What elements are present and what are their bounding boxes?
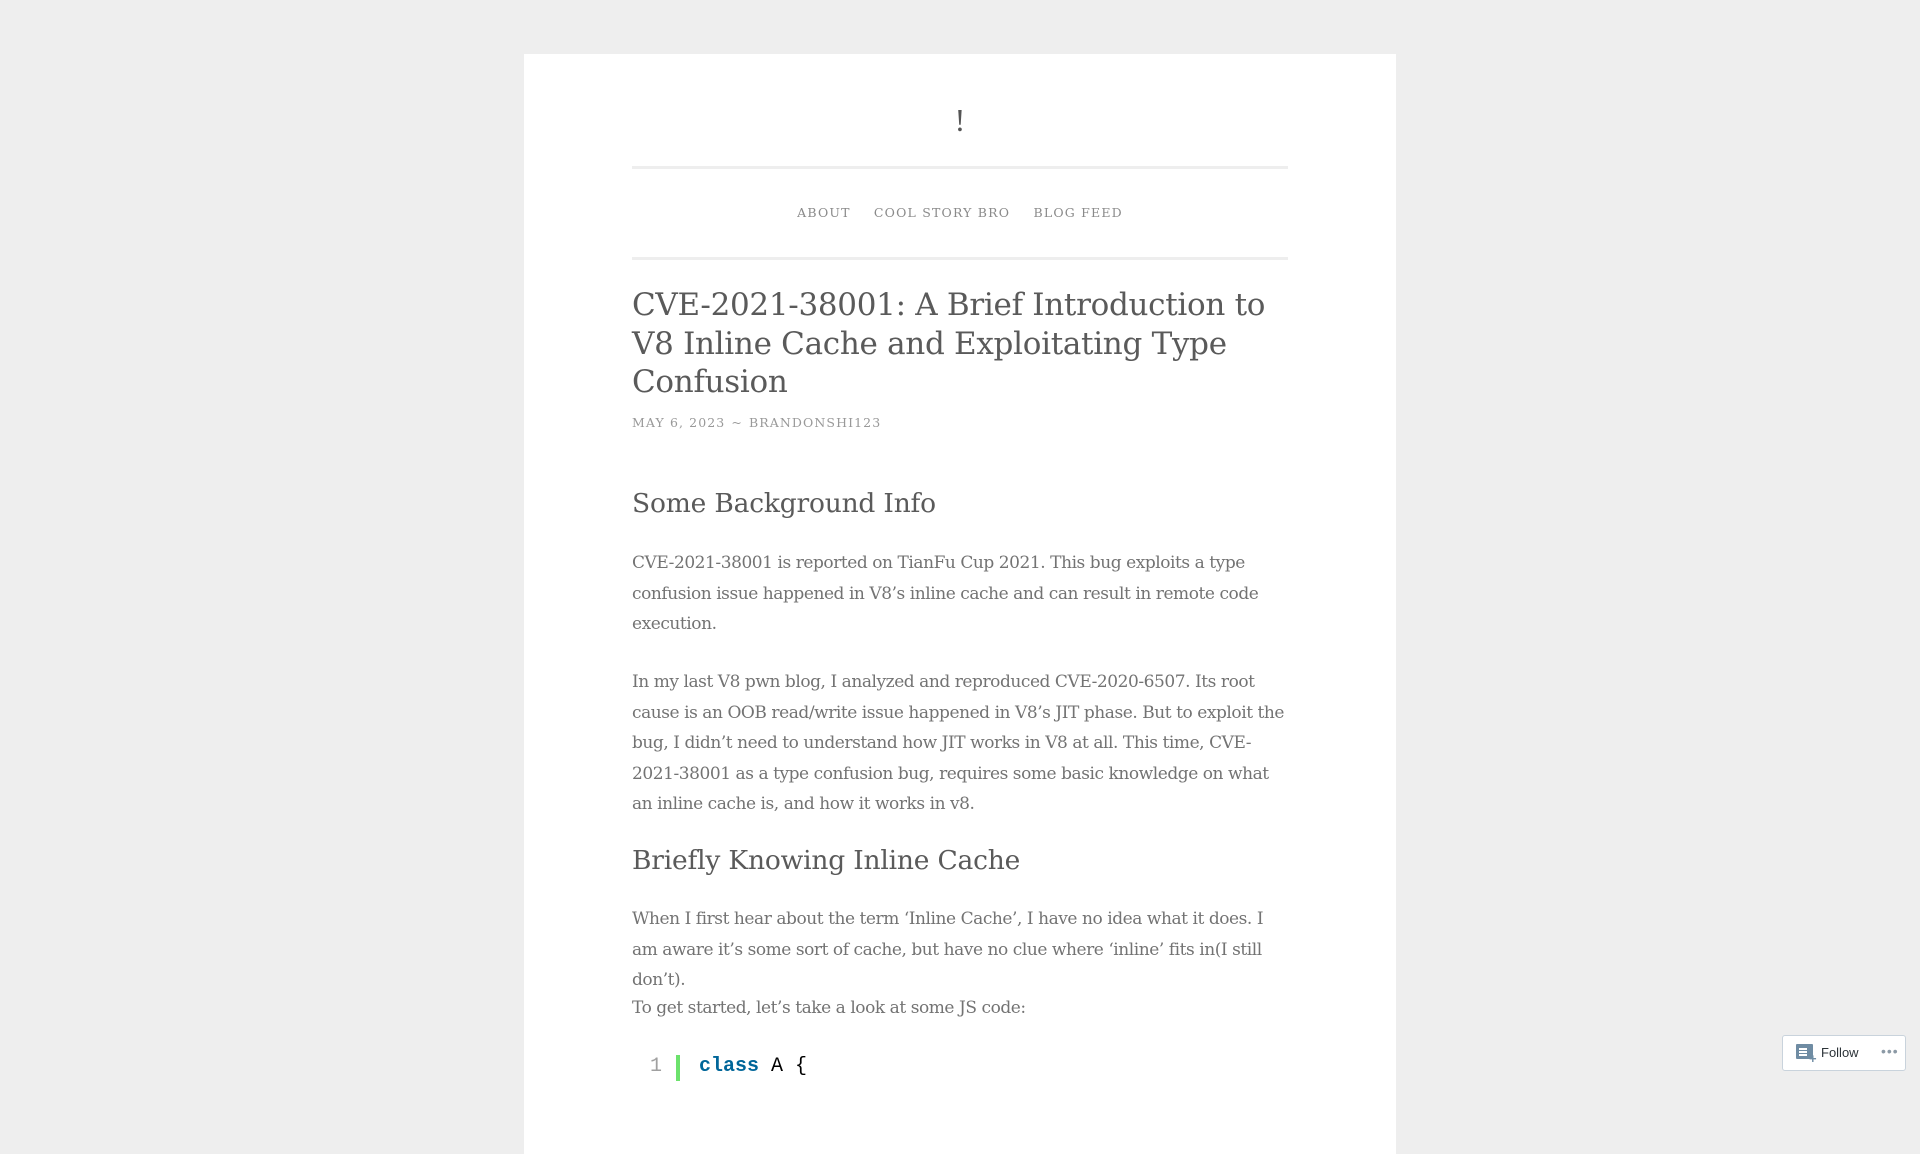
- code-line: class A {: [699, 1052, 807, 1082]
- header-divider-bottom: [632, 257, 1288, 260]
- post-author[interactable]: brandonshi123: [749, 415, 881, 430]
- code-block: 1 class A {: [632, 1052, 1288, 1092]
- code-keyword: class: [699, 1055, 760, 1078]
- nav-item-cool-story-bro[interactable]: Cool Story Bro: [874, 205, 1010, 220]
- more-options-icon[interactable]: •••: [1881, 1043, 1899, 1059]
- follow-widget: + Follow •••: [1782, 1035, 1906, 1071]
- section-heading: Some Background Info: [632, 488, 936, 519]
- nav-item-blog-feed[interactable]: Blog Feed: [1033, 205, 1122, 220]
- section-heading: Briefly Knowing Inline Cache: [632, 845, 1021, 876]
- paragraph: When I first hear about the term ‘Inline…: [632, 909, 1264, 990]
- nav-item-about[interactable]: About: [797, 205, 851, 220]
- post-date[interactable]: May 6, 2023: [632, 415, 725, 430]
- post-meta: May 6, 2023 ~ brandonshi123: [632, 415, 881, 431]
- code-gutter-bar: [676, 1055, 680, 1081]
- follow-button[interactable]: Follow: [1821, 1045, 1859, 1060]
- site-title[interactable]: !: [632, 100, 1288, 140]
- header-divider-top: [632, 166, 1288, 169]
- code-text: A {: [759, 1055, 808, 1078]
- paragraph: In my last V8 pwn blog, I analyzed and r…: [632, 672, 1285, 814]
- paragraph: To get started, let’s take a look at som…: [632, 998, 1026, 1018]
- paragraph: CVE-2021-38001 is reported on TianFu Cup…: [632, 553, 1259, 634]
- code-line-number: 1: [650, 1055, 663, 1078]
- post-title: CVE-2021-38001: A Brief Introduction to …: [632, 287, 1266, 400]
- plus-icon: +: [1809, 1051, 1817, 1066]
- meta-separator: ~: [731, 415, 743, 430]
- main-nav: About Cool Story Bro Blog Feed: [632, 204, 1288, 222]
- page-panel: ! About Cool Story Bro Blog Feed CVE-202…: [524, 54, 1396, 1154]
